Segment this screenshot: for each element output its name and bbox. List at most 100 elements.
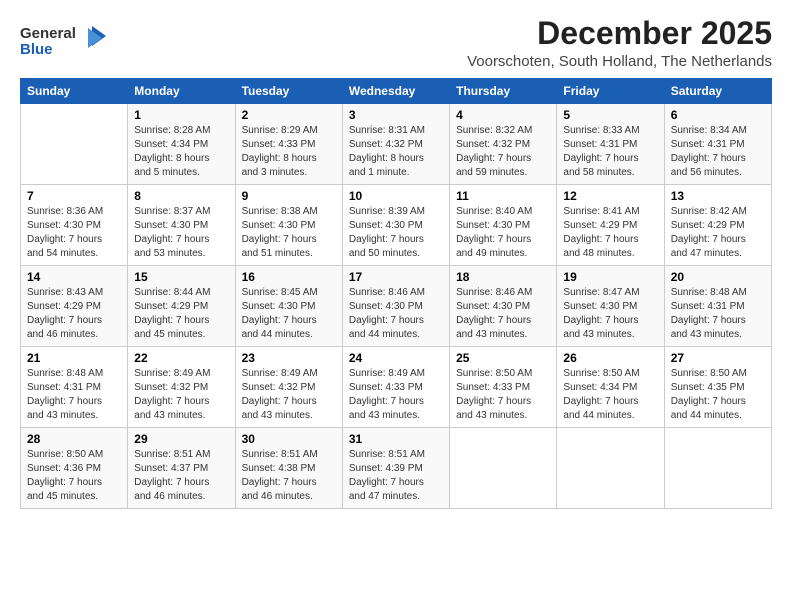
day-number: 25: [456, 351, 550, 365]
day-number: 16: [242, 270, 336, 284]
week-row-4: 28 Sunrise: 8:50 AMSunset: 4:36 PMDayligh…: [21, 428, 772, 509]
header-tuesday: Tuesday: [235, 79, 342, 104]
calendar-cell: 19Sunrise: 8:47 AMSunset: 4:30 PMDayligh…: [557, 266, 664, 347]
day-number: 29: [134, 432, 228, 446]
day-info: Sunrise: 8:49 AMSunset: 4:32 PMDaylight:…: [242, 367, 336, 423]
day-number: 18: [456, 270, 550, 284]
calendar-cell: 11 Sunrise: 8:40 AMSunset: 4:30 PMDayligh…: [450, 185, 557, 266]
calendar-cell: 12 Sunrise: 8:41 AMSunset: 4:29 PMDayligh…: [557, 185, 664, 266]
calendar-cell: 24 Sunrise: 8:49 AMSunset: 4:33 PMDayligh…: [342, 347, 449, 428]
day-info: Sunrise: 8:41 AMSunset: 4:29 PMDaylight:…: [563, 205, 657, 261]
day-number: 31: [349, 432, 443, 446]
calendar-cell: 26 Sunrise: 8:50 AMSunset: 4:34 PMDayligh…: [557, 347, 664, 428]
day-info: Sunrise: 8:51 AMSunset: 4:37 PMDaylight:…: [134, 448, 228, 504]
calendar-cell: 20Sunrise: 8:48 AMSunset: 4:31 PMDayligh…: [664, 266, 771, 347]
header-wednesday: Wednesday: [342, 79, 449, 104]
calendar-cell: 13Sunrise: 8:42 AMSunset: 4:29 PMDayligh…: [664, 185, 771, 266]
logo: General Blue: [20, 20, 110, 67]
day-info: Sunrise: 8:36 AMSunset: 4:30 PMDaylight:…: [27, 205, 121, 261]
day-info: Sunrise: 8:46 AMSunset: 4:30 PMDaylight:…: [456, 286, 550, 342]
svg-text:General: General: [20, 25, 76, 42]
week-row-3: 21 Sunrise: 8:48 AMSunset: 4:31 PMDayligh…: [21, 347, 772, 428]
day-number: 14: [27, 270, 121, 284]
calendar-cell: [450, 428, 557, 509]
day-number: 24: [349, 351, 443, 365]
day-info: Sunrise: 8:43 AMSunset: 4:29 PMDaylight:…: [27, 286, 121, 342]
header-thursday: Thursday: [450, 79, 557, 104]
calendar-cell: 15 Sunrise: 8:44 AMSunset: 4:29 PMDayligh…: [128, 266, 235, 347]
calendar-cell: 6Sunrise: 8:34 AMSunset: 4:31 PMDaylight…: [664, 104, 771, 185]
calendar-cell: 7 Sunrise: 8:36 AMSunset: 4:30 PMDaylight…: [21, 185, 128, 266]
day-info: Sunrise: 8:48 AMSunset: 4:31 PMDaylight:…: [27, 367, 121, 423]
day-number: 28: [27, 432, 121, 446]
day-info: Sunrise: 8:33 AMSunset: 4:31 PMDaylight:…: [563, 124, 657, 180]
day-number: 22: [134, 351, 228, 365]
day-info: Sunrise: 8:32 AMSunset: 4:32 PMDaylight:…: [456, 124, 550, 180]
day-info: Sunrise: 8:50 AMSunset: 4:33 PMDaylight:…: [456, 367, 550, 423]
calendar-cell: 25 Sunrise: 8:50 AMSunset: 4:33 PMDayligh…: [450, 347, 557, 428]
day-number: 23: [242, 351, 336, 365]
day-number: 4: [456, 108, 550, 122]
calendar-cell: [557, 428, 664, 509]
calendar-cell: 29 Sunrise: 8:51 AMSunset: 4:37 PMDayligh…: [128, 428, 235, 509]
calendar-cell: 5 Sunrise: 8:33 AMSunset: 4:31 PMDaylight…: [557, 104, 664, 185]
calendar-cell: 14 Sunrise: 8:43 AMSunset: 4:29 PMDayligh…: [21, 266, 128, 347]
day-info: Sunrise: 8:49 AMSunset: 4:33 PMDaylight:…: [349, 367, 443, 423]
day-info: Sunrise: 8:28 AMSunset: 4:34 PMDaylight:…: [134, 124, 228, 180]
day-info: Sunrise: 8:44 AMSunset: 4:29 PMDaylight:…: [134, 286, 228, 342]
day-info: Sunrise: 8:37 AMSunset: 4:30 PMDaylight:…: [134, 205, 228, 261]
logo-svg: General Blue: [20, 20, 110, 62]
calendar-cell: 18 Sunrise: 8:46 AMSunset: 4:30 PMDayligh…: [450, 266, 557, 347]
calendar-cell: 28 Sunrise: 8:50 AMSunset: 4:36 PMDayligh…: [21, 428, 128, 509]
day-info: Sunrise: 8:31 AMSunset: 4:32 PMDaylight:…: [349, 124, 443, 180]
day-info: Sunrise: 8:38 AMSunset: 4:30 PMDaylight:…: [242, 205, 336, 261]
day-number: 12: [563, 189, 657, 203]
calendar-cell: 8Sunrise: 8:37 AMSunset: 4:30 PMDaylight…: [128, 185, 235, 266]
day-number: 9: [242, 189, 336, 203]
calendar-cell: 10Sunrise: 8:39 AMSunset: 4:30 PMDayligh…: [342, 185, 449, 266]
day-number: 6: [671, 108, 765, 122]
header-row: SundayMondayTuesdayWednesdayThursdayFrid…: [21, 79, 772, 104]
day-number: 7: [27, 189, 121, 203]
day-number: 26: [563, 351, 657, 365]
day-number: 5: [563, 108, 657, 122]
header-monday: Monday: [128, 79, 235, 104]
calendar-cell: 3 Sunrise: 8:31 AMSunset: 4:32 PMDaylight…: [342, 104, 449, 185]
day-number: 11: [456, 189, 550, 203]
logo-text: General Blue: [20, 20, 110, 67]
day-number: 27: [671, 351, 765, 365]
header: General Blue December 2025 Voorschoten, …: [20, 16, 772, 70]
calendar-cell: 17Sunrise: 8:46 AMSunset: 4:30 PMDayligh…: [342, 266, 449, 347]
day-info: Sunrise: 8:45 AMSunset: 4:30 PMDaylight:…: [242, 286, 336, 342]
day-info: Sunrise: 8:50 AMSunset: 4:36 PMDaylight:…: [27, 448, 121, 504]
day-info: Sunrise: 8:29 AMSunset: 4:33 PMDaylight:…: [242, 124, 336, 180]
day-number: 10: [349, 189, 443, 203]
calendar-cell: 31 Sunrise: 8:51 AMSunset: 4:39 PMDayligh…: [342, 428, 449, 509]
day-number: 21: [27, 351, 121, 365]
day-info: Sunrise: 8:42 AMSunset: 4:29 PMDaylight:…: [671, 205, 765, 261]
calendar-cell: 27Sunrise: 8:50 AMSunset: 4:35 PMDayligh…: [664, 347, 771, 428]
day-info: Sunrise: 8:50 AMSunset: 4:34 PMDaylight:…: [563, 367, 657, 423]
day-info: Sunrise: 8:51 AMSunset: 4:38 PMDaylight:…: [242, 448, 336, 504]
calendar-cell: 30 Sunrise: 8:51 AMSunset: 4:38 PMDayligh…: [235, 428, 342, 509]
page: General Blue December 2025 Voorschoten, …: [0, 0, 792, 519]
day-number: 30: [242, 432, 336, 446]
day-info: Sunrise: 8:40 AMSunset: 4:30 PMDaylight:…: [456, 205, 550, 261]
day-number: 19: [563, 270, 657, 284]
calendar-cell: 23 Sunrise: 8:49 AMSunset: 4:32 PMDayligh…: [235, 347, 342, 428]
day-number: 15: [134, 270, 228, 284]
header-sunday: Sunday: [21, 79, 128, 104]
page-subtitle: Voorschoten, South Holland, The Netherla…: [467, 53, 772, 70]
calendar-cell: [664, 428, 771, 509]
day-info: Sunrise: 8:51 AMSunset: 4:39 PMDaylight:…: [349, 448, 443, 504]
calendar-cell: 2 Sunrise: 8:29 AMSunset: 4:33 PMDaylight…: [235, 104, 342, 185]
calendar-cell: 4 Sunrise: 8:32 AMSunset: 4:32 PMDaylight…: [450, 104, 557, 185]
header-friday: Friday: [557, 79, 664, 104]
day-number: 20: [671, 270, 765, 284]
day-number: 1: [134, 108, 228, 122]
calendar-cell: 22Sunrise: 8:49 AMSunset: 4:32 PMDayligh…: [128, 347, 235, 428]
day-number: 17: [349, 270, 443, 284]
week-row-2: 14 Sunrise: 8:43 AMSunset: 4:29 PMDayligh…: [21, 266, 772, 347]
day-number: 2: [242, 108, 336, 122]
day-number: 3: [349, 108, 443, 122]
